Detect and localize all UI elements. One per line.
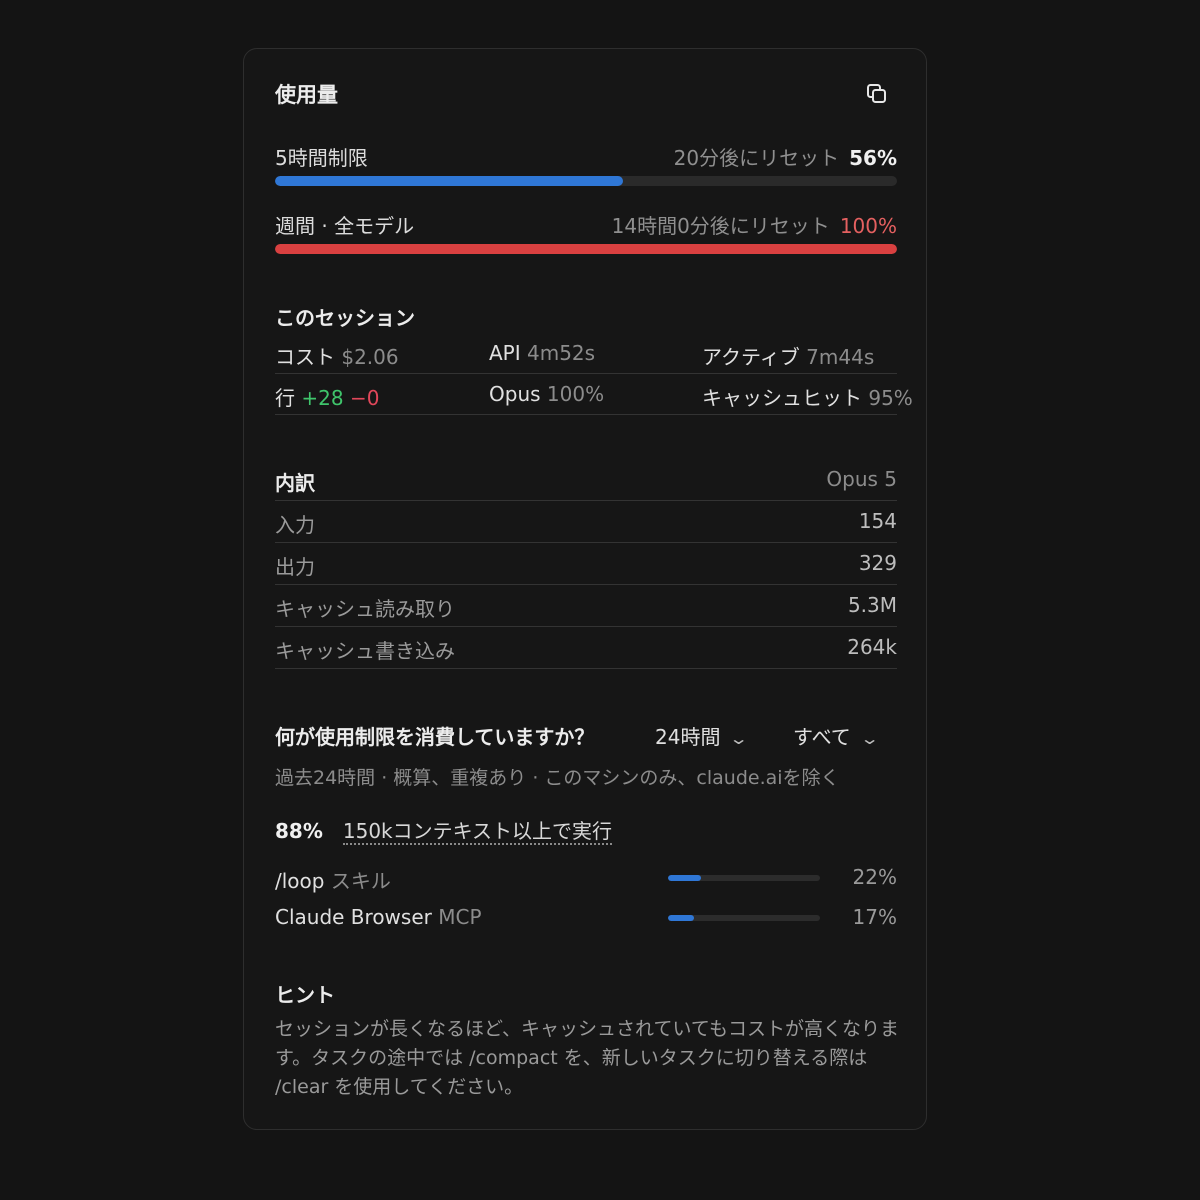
limit-weekly-reset: 14時間0分後にリセット	[611, 214, 830, 238]
panel-title: 使用量	[275, 83, 338, 107]
copy-icon	[867, 84, 886, 103]
breakdown-row: 入力 154	[275, 501, 897, 543]
range-dropdown-value: 24時間	[655, 725, 721, 749]
breakdown-label: 入力	[275, 513, 315, 537]
session-active: アクティブ 7m44s	[702, 345, 875, 369]
limit-5h-label: 5時間制限	[275, 146, 368, 170]
context-link[interactable]: 150kコンテキスト以上で実行	[342, 819, 613, 845]
consumer-name: /loop	[275, 869, 325, 893]
copy-button[interactable]	[864, 81, 890, 107]
breakdown-value: 329	[858, 551, 897, 575]
session-api: API 4m52s	[489, 341, 596, 365]
breakdown-heading: 内訳	[275, 471, 315, 495]
consumer-kind: スキル	[330, 869, 391, 893]
session-row-2: 行 +28 −0 Opus 100% キャッシュヒット 95%	[275, 374, 913, 415]
breakdown-label: 出力	[275, 555, 315, 579]
context-row: 88% 150kコンテキスト以上で実行	[275, 815, 613, 845]
scope-dropdown[interactable]: すべて ⌄	[793, 721, 880, 750]
range-dropdown[interactable]: 24時間 ⌄	[655, 721, 750, 750]
consumer-bar-fill	[668, 915, 694, 921]
session-cost: コスト $2.06	[275, 345, 399, 369]
limit-5h: 5時間制限 20分後にリセット 56%	[275, 142, 897, 170]
hint-heading: ヒント	[275, 983, 335, 1007]
consumer-kind: MCP	[438, 905, 482, 929]
breakdown-model: Opus 5	[826, 467, 897, 491]
session-opus: Opus 100%	[489, 382, 605, 406]
consumer-name: Claude Browser	[275, 905, 432, 929]
breakdown-label: キャッシュ読み取り	[275, 597, 455, 621]
scope-dropdown-value: すべて	[793, 725, 851, 749]
consumer-percent: 17%	[852, 905, 897, 929]
breakdown-value: 264k	[847, 635, 897, 659]
session-heading: このセッション	[275, 306, 415, 330]
usage-panel: 使用量 5時間制限 20分後にリセット 56% 週間 · 全モデル 14時間0分後…	[243, 48, 927, 1130]
chevron-down-icon: ⌄	[859, 729, 880, 748]
breakdown-header: 内訳 Opus 5	[275, 459, 897, 501]
consumer-bar	[668, 915, 820, 921]
consumer-row: /loop スキル 22%	[275, 865, 897, 895]
limit-5h-bar-fill	[275, 176, 624, 186]
breakdown-row: キャッシュ読み取り 5.3M	[275, 585, 897, 627]
breakdown-value: 154	[858, 509, 897, 533]
breakdown-row: 出力 329	[275, 543, 897, 585]
consumption-heading: 何が使用制限を消費していますか？	[275, 725, 595, 749]
breakdown-row: キャッシュ書き込み 264k	[275, 627, 897, 669]
breakdown-label: キャッシュ書き込み	[275, 639, 455, 663]
session-row-1: コスト $2.06 API 4m52s アクティブ 7m44s	[275, 333, 897, 374]
limit-5h-reset: 20分後にリセット	[673, 146, 840, 170]
limit-5h-bar	[275, 176, 897, 186]
limit-weekly-bar-fill	[275, 244, 897, 254]
limit-weekly-percent: 100%	[839, 214, 897, 238]
consumer-percent: 22%	[852, 865, 897, 889]
session-cache-hit: キャッシュヒット 95%	[702, 386, 913, 410]
consumer-bar-fill	[668, 875, 702, 881]
session-lines: 行 +28 −0	[275, 386, 380, 410]
breakdown-value: 5.3M	[847, 593, 897, 617]
limit-5h-percent: 56%	[849, 146, 897, 170]
limit-weekly-bar	[275, 244, 897, 254]
limit-weekly: 週間 · 全モデル 14時間0分後にリセット 100%	[275, 210, 897, 238]
consumer-bar	[668, 875, 820, 881]
hint-text: セッションが長くなるほど、キャッシュされていてもコストが高くなります。タスクの途…	[275, 1018, 899, 1098]
context-percent: 88%	[275, 819, 323, 843]
chevron-down-icon: ⌄	[729, 729, 750, 748]
consumer-row: Claude Browser MCP 17%	[275, 905, 897, 935]
consumption-subtitle: 過去24時間 · 概算、重複あり · このマシンのみ、claude.aiを除く	[275, 767, 840, 789]
limit-weekly-label: 週間 · 全モデル	[275, 214, 415, 238]
